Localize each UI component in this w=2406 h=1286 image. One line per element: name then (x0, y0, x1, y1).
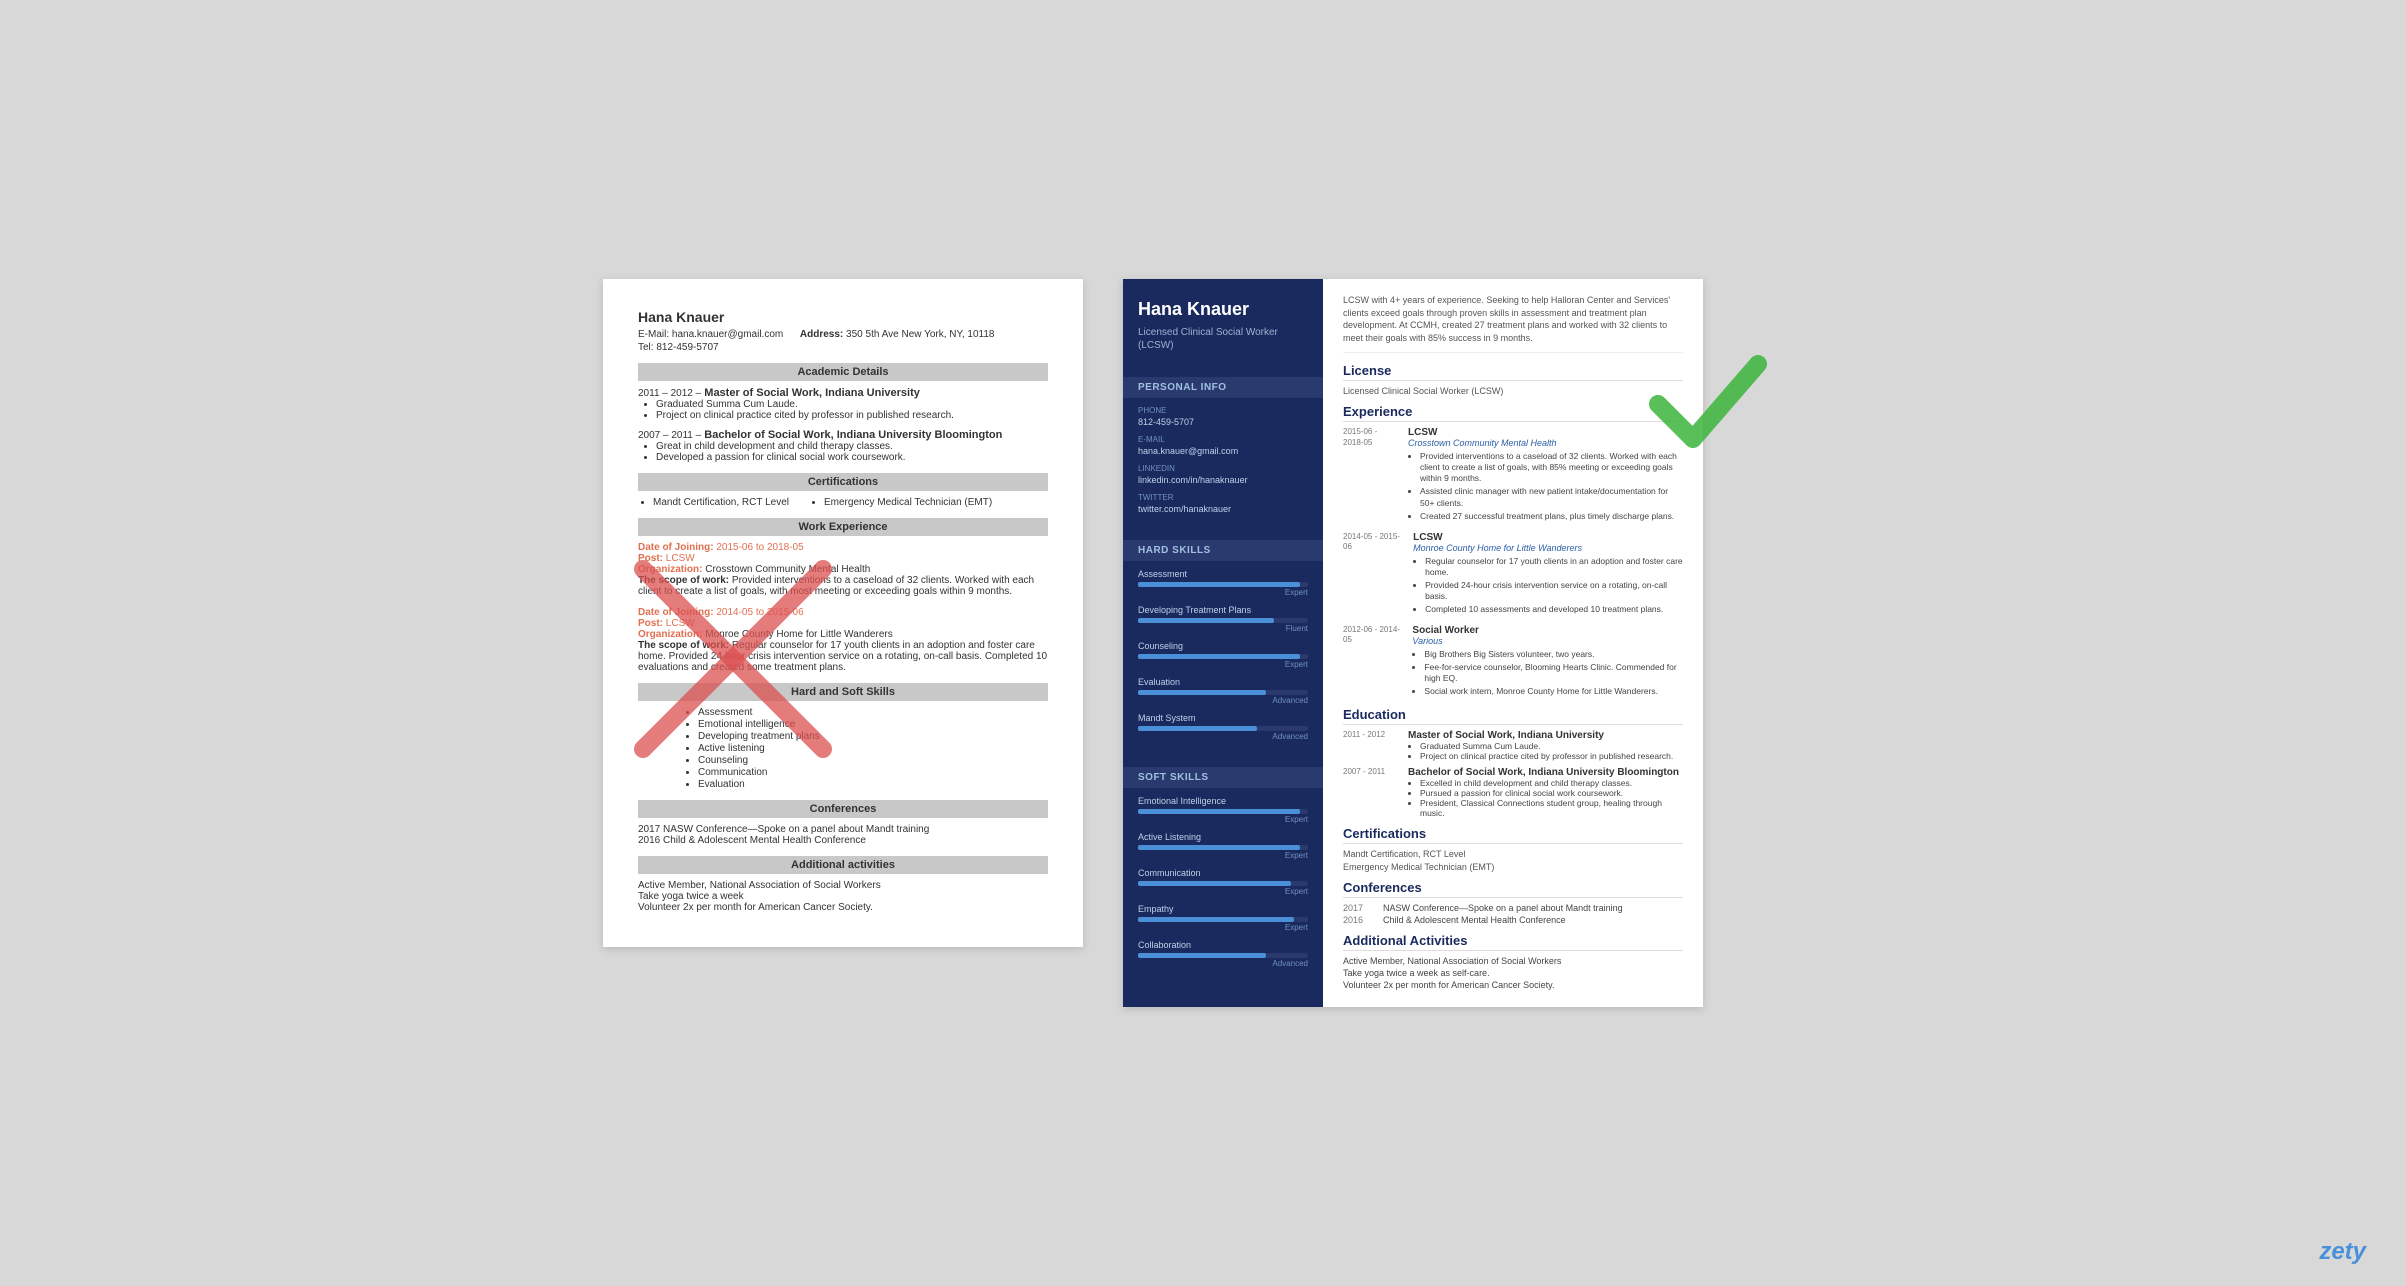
right-education-list: 2011 - 2012 Master of Social Work, India… (1343, 730, 1683, 818)
skills-section-title: Hard and Soft Skills (638, 683, 1048, 701)
experience-list: 2015-06 - 2018-05 LCSW Crosstown Communi… (1343, 427, 1683, 699)
right-conf-list: 2017 NASW Conference—Spoke on a panel ab… (1343, 903, 1683, 925)
hard-skills-section: Assessment Expert Developing Treatment P… (1123, 561, 1323, 757)
experience-item: 2015-06 - 2018-05 LCSW Crosstown Communi… (1343, 427, 1683, 523)
left-skill-item: Developing treatment plans (698, 731, 1048, 742)
work-item-1: Date of Joining: 2015-06 to 2018-05 Post… (638, 542, 1048, 597)
conf-title: Conferences (1343, 880, 1683, 898)
right-resume: Hana Knauer Licensed Clinical Social Wor… (1123, 279, 1703, 1007)
right-certs-list: Mandt Certification, RCT Level Emergency … (1343, 849, 1683, 872)
summary-section: LCSW with 4+ years of experience. Seekin… (1343, 294, 1683, 353)
additional-item: Take yoga twice a week as self-care. (1343, 968, 1683, 978)
left-email-line: E-Mail: hana.knauer@gmail.com Address: 3… (638, 329, 1048, 340)
right-additional-list: Active Member, National Association of S… (1343, 956, 1683, 990)
left-resume-wrapper: Hana Knauer E-Mail: hana.knauer@gmail.co… (603, 279, 1083, 947)
zety-brand: zety (2319, 1238, 2366, 1266)
left-skill-item: Emotional intelligence (698, 719, 1048, 730)
skills-list: AssessmentEmotional intelligenceDevelopi… (638, 707, 1048, 790)
left-resume: Hana Knauer E-Mail: hana.knauer@gmail.co… (603, 279, 1083, 947)
right-edu-item: 2007 - 2011 Bachelor of Social Work, Ind… (1343, 767, 1683, 818)
hard-skill-item: Evaluation Advanced (1138, 677, 1308, 705)
conf-item: 2017 NASW Conference—Spoke on a panel ab… (1343, 903, 1683, 913)
soft-skill-item: Communication Expert (1138, 868, 1308, 896)
work-section-title: Work Experience (638, 518, 1048, 536)
conferences-content: 2017 NASW Conference—Spoke on a panel ab… (638, 824, 1048, 846)
edu-bullets-1: Graduated Summa Cum Laude. Project on cl… (656, 399, 1048, 421)
additional-item: Active Member, National Association of S… (1343, 956, 1683, 966)
edu-bullets-2: Great in child development and child the… (656, 441, 1048, 463)
left-skill-item: Counseling (698, 755, 1048, 766)
soft-skill-item: Emotional Intelligence Expert (1138, 796, 1308, 824)
right-sidebar: Hana Knauer Licensed Clinical Social Wor… (1123, 279, 1323, 1007)
left-header: Hana Knauer E-Mail: hana.knauer@gmail.co… (638, 309, 1048, 353)
twitter-info: Twitter twitter.com/hanaknauer (1138, 493, 1308, 514)
additional-content: Active Member, National Association of S… (638, 880, 1048, 913)
soft-skills-section-title: Soft Skills (1123, 767, 1323, 788)
left-name: Hana Knauer (638, 309, 1048, 325)
conf-item: 2016 Child & Adolescent Mental Health Co… (1343, 915, 1683, 925)
personal-info: Phone 812-459-5707 E-mail hana.knauer@gm… (1123, 398, 1323, 530)
soft-skill-item: Empathy Expert (1138, 904, 1308, 932)
additional-title: Additional Activities (1343, 933, 1683, 951)
education-title: Education (1343, 707, 1683, 725)
email-info: E-mail hana.knauer@gmail.com (1138, 435, 1308, 456)
right-edu-item: 2011 - 2012 Master of Social Work, India… (1343, 730, 1683, 761)
experience-item: 2012-06 - 2014-05 Social Worker Various … (1343, 625, 1683, 699)
hard-skills-section-title: Hard Skills (1123, 540, 1323, 561)
edu-item-2: 2007 – 2011 – Bachelor of Social Work, I… (638, 429, 1048, 463)
experience-item: 2014-05 - 2015-06 LCSW Monroe County Hom… (1343, 532, 1683, 617)
work-item-2: Date of Joining: 2014-05 to 2015-06 Post… (638, 607, 1048, 673)
linkedin-info: LinkedIn linkedin.com/in/hanaknauer (1138, 464, 1308, 485)
certs-section-title: Certifications (638, 473, 1048, 491)
left-skill-item: Assessment (698, 707, 1048, 718)
soft-skills-section: Emotional Intelligence Expert Active Lis… (1123, 788, 1323, 984)
left-skill-item: Active listening (698, 743, 1048, 754)
personal-info-section-title: Personal Info (1123, 377, 1323, 398)
certs-row: Mandt Certification, RCT Level Emergency… (638, 497, 1048, 508)
license-value: Licensed Clinical Social Worker (LCSW) (1343, 386, 1683, 396)
phone-info: Phone 812-459-5707 (1138, 406, 1308, 427)
certs-title: Certifications (1343, 826, 1683, 844)
hard-skill-item: Developing Treatment Plans Fluent (1138, 605, 1308, 633)
experience-title: Experience (1343, 404, 1683, 422)
left-skill-item: Evaluation (698, 779, 1048, 790)
soft-skill-item: Collaboration Advanced (1138, 940, 1308, 968)
cert-item: Mandt Certification, RCT Level (1343, 849, 1683, 859)
hard-skill-item: Assessment Expert (1138, 569, 1308, 597)
summary-text: LCSW with 4+ years of experience. Seekin… (1343, 294, 1683, 344)
license-title: License (1343, 363, 1683, 381)
soft-skill-item: Active Listening Expert (1138, 832, 1308, 860)
additional-section-title: Additional activities (638, 856, 1048, 874)
left-tel-line: Tel: 812-459-5707 (638, 342, 1048, 353)
conferences-section-title: Conferences (638, 800, 1048, 818)
sidebar-header: Hana Knauer Licensed Clinical Social Wor… (1123, 279, 1323, 367)
academic-section-title: Academic Details (638, 363, 1048, 381)
right-resume-wrapper: Hana Knauer Licensed Clinical Social Wor… (1123, 279, 1703, 1007)
additional-item: Volunteer 2x per month for American Canc… (1343, 980, 1683, 990)
main-container: Hana Knauer E-Mail: hana.knauer@gmail.co… (603, 279, 1803, 1007)
right-name: Hana Knauer (1138, 299, 1308, 321)
edu-item-1: 2011 – 2012 – Master of Social Work, Ind… (638, 387, 1048, 421)
cert-item: Emergency Medical Technician (EMT) (1343, 862, 1683, 872)
right-main-content: LCSW with 4+ years of experience. Seekin… (1323, 279, 1703, 1007)
hard-skill-item: Mandt System Advanced (1138, 713, 1308, 741)
left-skill-item: Communication (698, 767, 1048, 778)
right-title: Licensed Clinical Social Worker (LCSW) (1138, 326, 1308, 352)
hard-skill-item: Counseling Expert (1138, 641, 1308, 669)
